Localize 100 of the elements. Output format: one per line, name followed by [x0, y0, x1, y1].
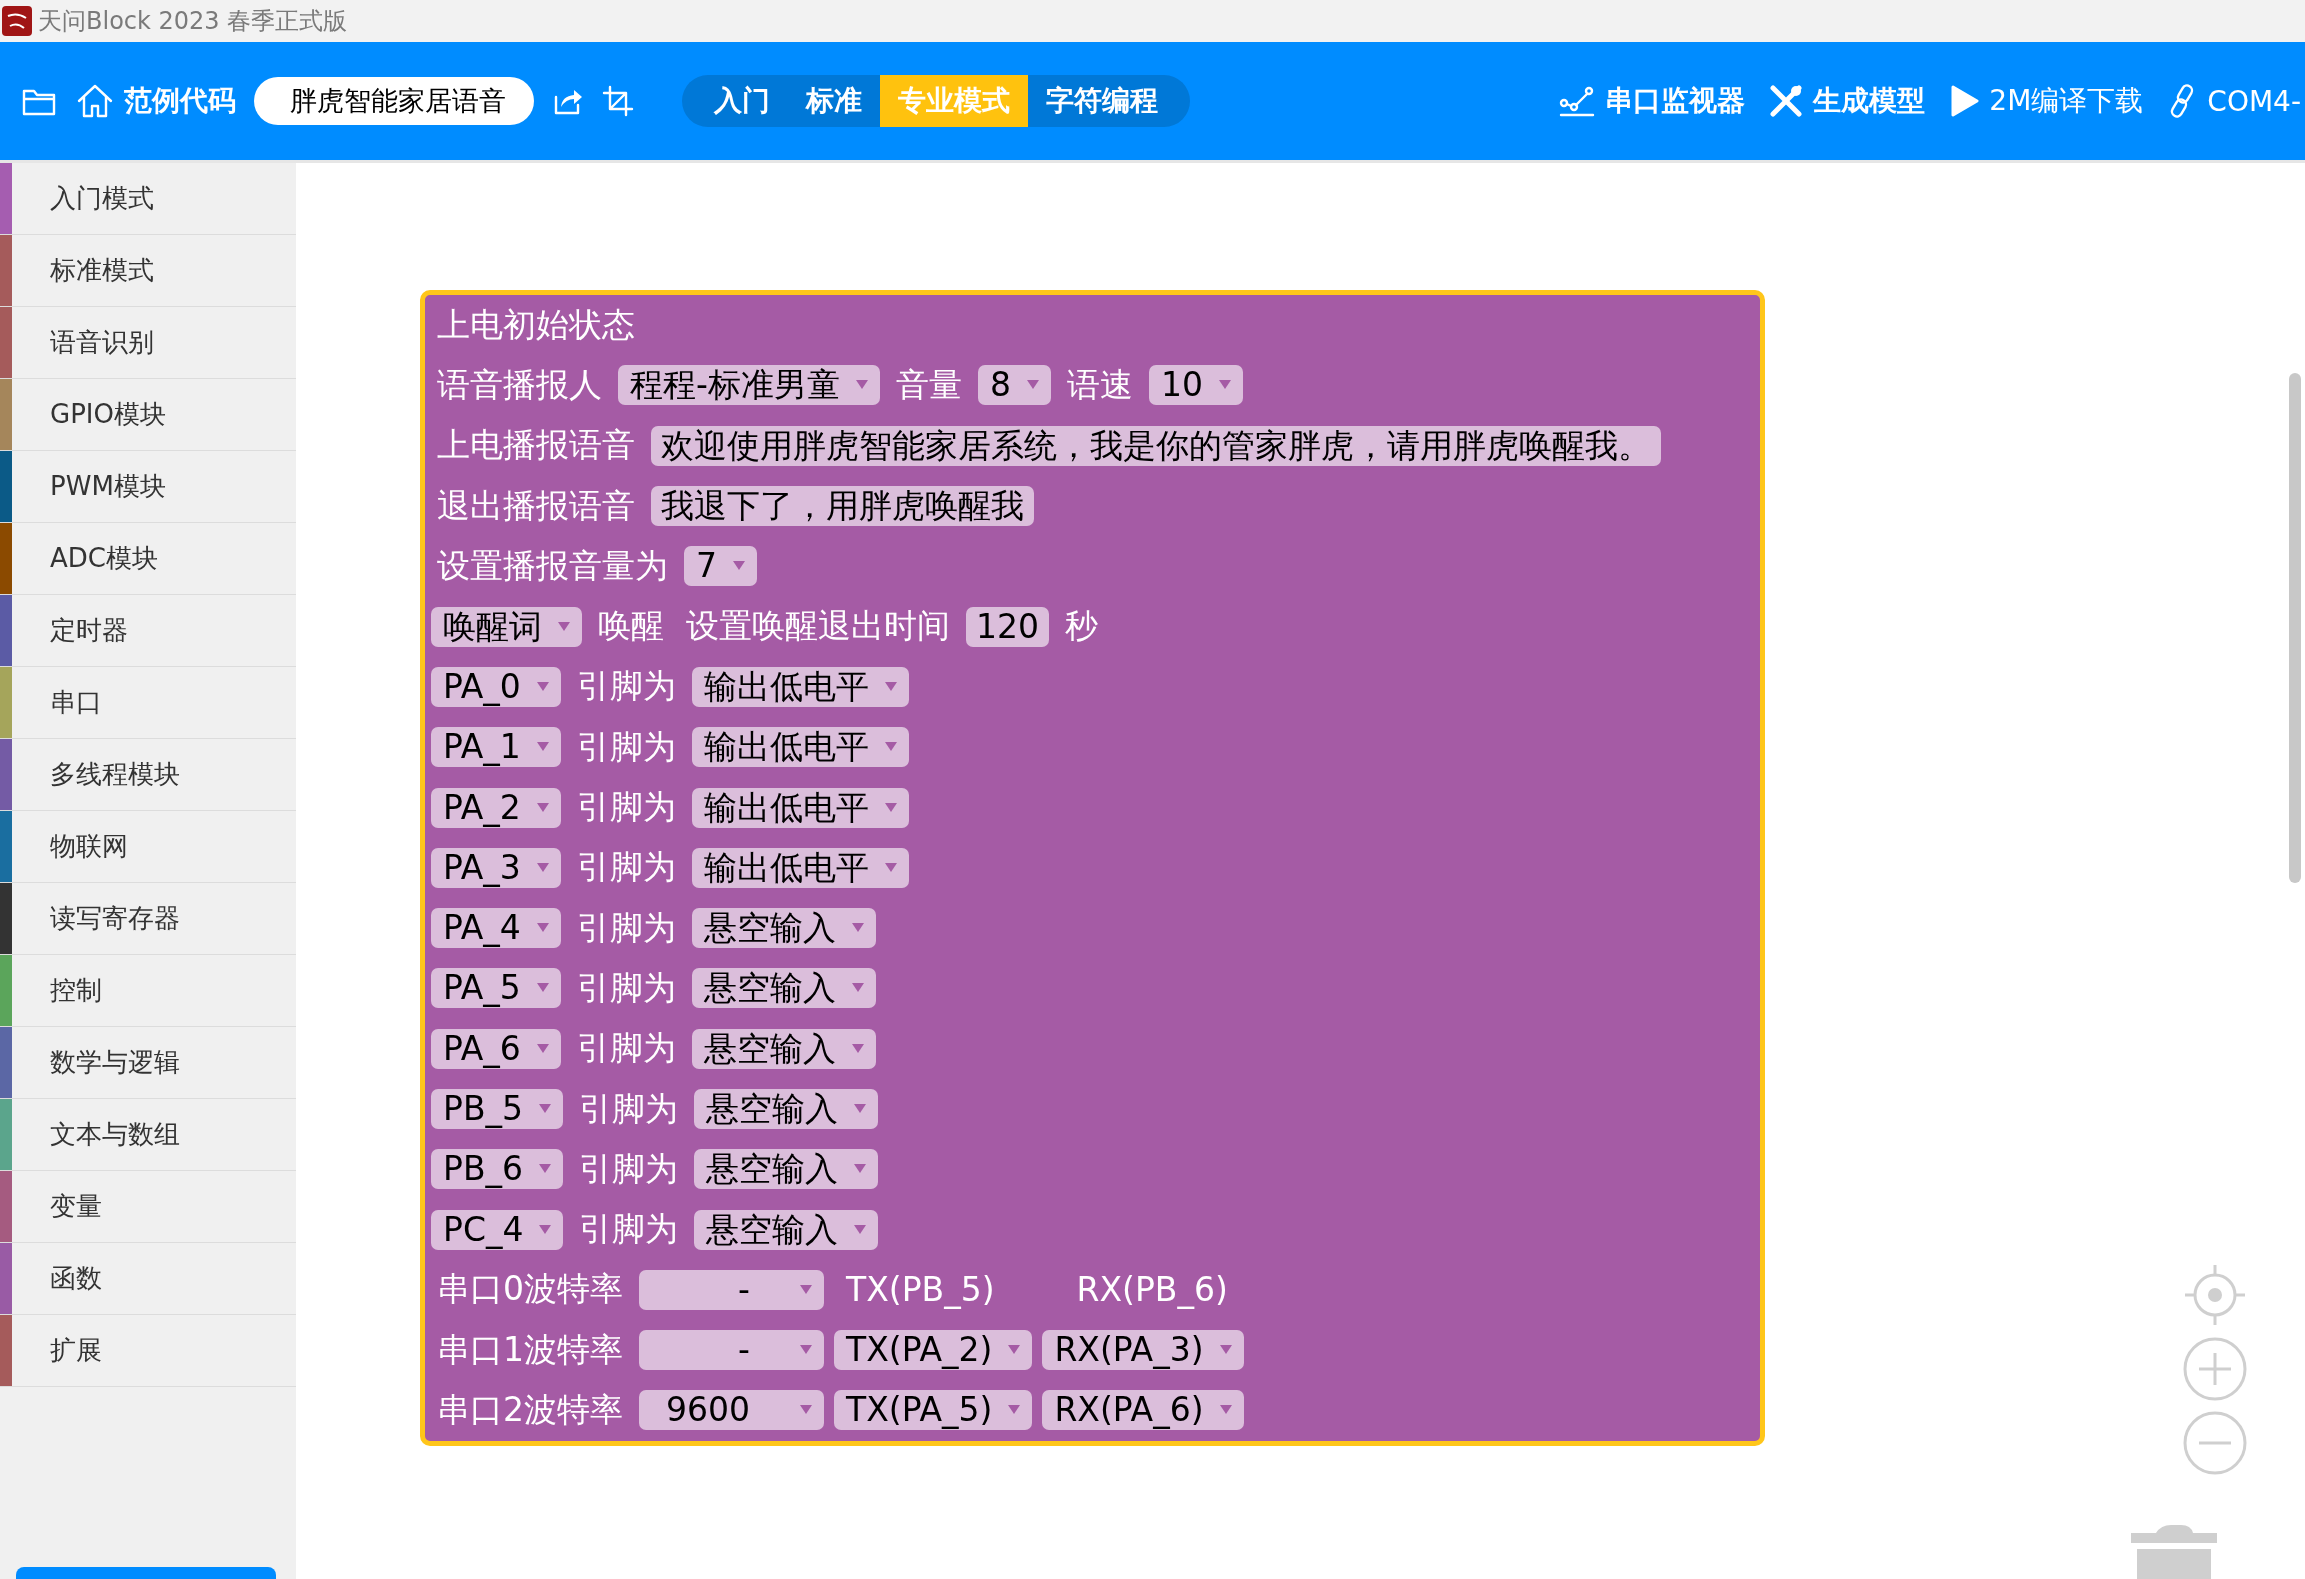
- dropdown-arrow-icon: [536, 923, 549, 934]
- block-dropdown[interactable]: 7: [684, 546, 757, 587]
- block-dropdown[interactable]: PA_3: [431, 847, 561, 888]
- category-item[interactable]: ADC模块: [0, 523, 296, 595]
- dropdown-arrow-icon: [884, 681, 897, 692]
- block-dropdown[interactable]: 悬空输入: [691, 1028, 876, 1069]
- block-dropdown[interactable]: 悬空输入: [691, 968, 876, 1009]
- block-dropdown[interactable]: PA_1: [431, 727, 561, 768]
- text-input-field[interactable]: 我退下了，用胖虎唤醒我: [651, 486, 1034, 527]
- block-dropdown[interactable]: -: [639, 1330, 824, 1371]
- dropdown-arrow-icon: [800, 1405, 812, 1416]
- block-dropdown[interactable]: 10: [1148, 365, 1243, 406]
- category-item[interactable]: 控制: [0, 955, 296, 1027]
- trash-can-icon[interactable]: [2131, 1525, 2217, 1579]
- category-item[interactable]: 多线程模块: [0, 739, 296, 811]
- project-name-field[interactable]: 胖虎智能家居语音: [254, 77, 534, 125]
- tools-icon: [1769, 84, 1804, 118]
- block-dropdown[interactable]: 悬空输入: [694, 1089, 879, 1129]
- dropdown-arrow-icon: [851, 1043, 864, 1054]
- block-dropdown[interactable]: PA_5: [431, 968, 561, 1009]
- zoom-in-icon[interactable]: [2183, 1337, 2247, 1401]
- block-dropdown[interactable]: 输出低电平: [691, 847, 909, 888]
- block-label: 引脚为: [575, 1027, 677, 1070]
- dropdown-arrow-icon: [1219, 1345, 1232, 1356]
- dropdown-arrow-icon: [854, 1164, 867, 1175]
- category-item[interactable]: 标准模式: [0, 235, 296, 307]
- block-dropdown[interactable]: 悬空输入: [694, 1209, 879, 1250]
- block-dropdown[interactable]: 输出低电平: [691, 787, 909, 828]
- category-item[interactable]: 物联网: [0, 811, 296, 883]
- dropdown-arrow-icon: [854, 1104, 867, 1114]
- block-label: 引脚为: [575, 906, 677, 949]
- text-input-field[interactable]: 欢迎使用胖虎智能家居系统，我是你的管家胖虎，请用胖虎唤醒我。: [651, 425, 1661, 466]
- block-label: 秒: [1064, 605, 1099, 648]
- category-item[interactable]: PWM模块: [0, 451, 296, 523]
- block-dropdown[interactable]: PC_4: [431, 1209, 564, 1250]
- scrollbar-thumb[interactable]: [2289, 373, 2301, 883]
- block-label: 引脚为: [575, 665, 677, 708]
- line-chart-icon: [1559, 85, 1596, 117]
- block-label: 引脚为: [575, 966, 677, 1009]
- block-dropdown[interactable]: RX(PA_6): [1042, 1390, 1244, 1431]
- block-dropdown[interactable]: PB_6: [431, 1149, 564, 1190]
- category-item[interactable]: 函数: [0, 1243, 296, 1315]
- dropdown-arrow-icon: [1218, 380, 1231, 391]
- block-dropdown[interactable]: 9600: [639, 1390, 824, 1431]
- category-item[interactable]: 文本与数组: [0, 1099, 296, 1171]
- block-label: 引脚为: [575, 846, 677, 889]
- block-label: 上电播报语音: [436, 424, 636, 467]
- block-dropdown[interactable]: 悬空输入: [691, 908, 876, 949]
- dropdown-arrow-icon: [1219, 1405, 1232, 1416]
- app-logo-icon: [2, 6, 32, 36]
- mode-tab[interactable]: 字符编程: [1028, 75, 1176, 127]
- block-dropdown[interactable]: 8: [977, 365, 1051, 406]
- block-label: 退出播报语音: [436, 484, 636, 527]
- home-icon: [76, 83, 114, 119]
- mode-tab[interactable]: 标准: [788, 75, 880, 127]
- category-item[interactable]: 语音识别: [0, 307, 296, 379]
- category-item[interactable]: 数学与逻辑: [0, 1027, 296, 1099]
- block-dropdown[interactable]: 输出低电平: [691, 666, 909, 707]
- block-dropdown[interactable]: TX(PA_5): [834, 1390, 1033, 1431]
- block-label: 串口0波特率: [436, 1268, 624, 1311]
- block-label: 设置唤醒退出时间: [685, 605, 951, 648]
- category-item[interactable]: GPIO模块: [0, 379, 296, 451]
- category-item[interactable]: 扩展: [0, 1315, 296, 1387]
- block-label: 引脚为: [575, 725, 677, 768]
- dropdown-arrow-icon: [539, 1164, 552, 1175]
- text-input-field[interactable]: 120: [966, 606, 1049, 647]
- block-dropdown[interactable]: RX(PA_3): [1042, 1330, 1244, 1371]
- block-label: 串口1波特率: [436, 1328, 624, 1371]
- block-dropdown[interactable]: PB_5: [431, 1089, 564, 1129]
- category-item[interactable]: 入门模式: [0, 163, 296, 235]
- category-item[interactable]: 读写寄存器: [0, 883, 296, 955]
- block-dropdown[interactable]: 程程-标准男童: [618, 365, 880, 406]
- category-item[interactable]: 串口: [0, 667, 296, 739]
- dropdown-arrow-icon: [851, 983, 864, 994]
- block-label: 引脚为: [578, 1208, 680, 1251]
- play-icon: [1949, 84, 1980, 118]
- block-dropdown[interactable]: PA_4: [431, 908, 561, 949]
- block-label: 音量: [894, 363, 963, 406]
- block-dropdown[interactable]: PA_6: [431, 1028, 561, 1069]
- block-dropdown[interactable]: 唤醒词: [431, 606, 582, 647]
- block-dropdown[interactable]: 输出低电平: [691, 727, 909, 768]
- block-dropdown[interactable]: -: [639, 1269, 824, 1310]
- dropdown-arrow-icon: [536, 802, 549, 813]
- mode-tab[interactable]: 入门: [696, 75, 788, 127]
- zoom-out-icon[interactable]: [2183, 1411, 2247, 1475]
- crop-icon[interactable]: [602, 85, 634, 117]
- dropdown-arrow-icon: [854, 1224, 867, 1235]
- recenter-icon[interactable]: [2183, 1263, 2247, 1327]
- block-dropdown[interactable]: PA_2: [431, 787, 561, 828]
- window-title: 天问Block 2023 春季正式版: [38, 6, 348, 37]
- category-item[interactable]: 变量: [0, 1171, 296, 1243]
- block-dropdown[interactable]: TX(PA_2): [834, 1330, 1033, 1371]
- code-block[interactable]: [420, 290, 1765, 1446]
- dropdown-arrow-icon: [1008, 1405, 1021, 1416]
- dropdown-arrow-icon: [536, 742, 549, 753]
- category-item[interactable]: 定时器: [0, 595, 296, 667]
- block-dropdown[interactable]: PA_0: [431, 666, 561, 707]
- block-dropdown[interactable]: 悬空输入: [694, 1149, 879, 1190]
- sidebar-button[interactable]: [16, 1567, 276, 1579]
- dropdown-arrow-icon: [536, 862, 549, 873]
